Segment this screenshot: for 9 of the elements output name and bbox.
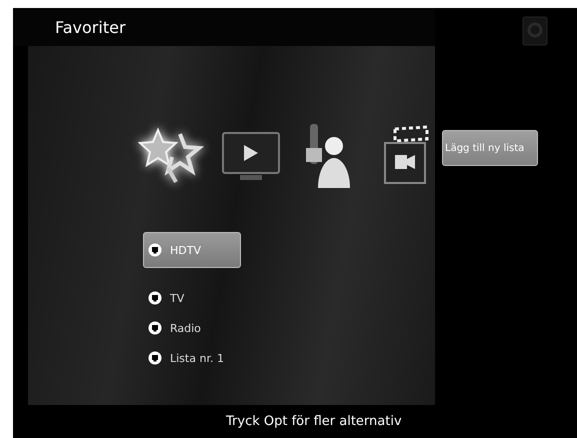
channel-list-item[interactable]: Lista nr. 1 xyxy=(143,346,241,370)
tv-icon xyxy=(148,351,162,365)
channel-list-item[interactable]: Radio xyxy=(143,316,241,340)
screen-title: Favoriter xyxy=(55,18,126,36)
channel-list-item[interactable]: TV xyxy=(143,286,241,310)
hint-text: Tryck Opt för fler alternativ xyxy=(226,414,402,429)
tv-icon xyxy=(148,243,162,257)
tv-icon xyxy=(148,291,162,305)
tv-icon xyxy=(148,321,162,335)
